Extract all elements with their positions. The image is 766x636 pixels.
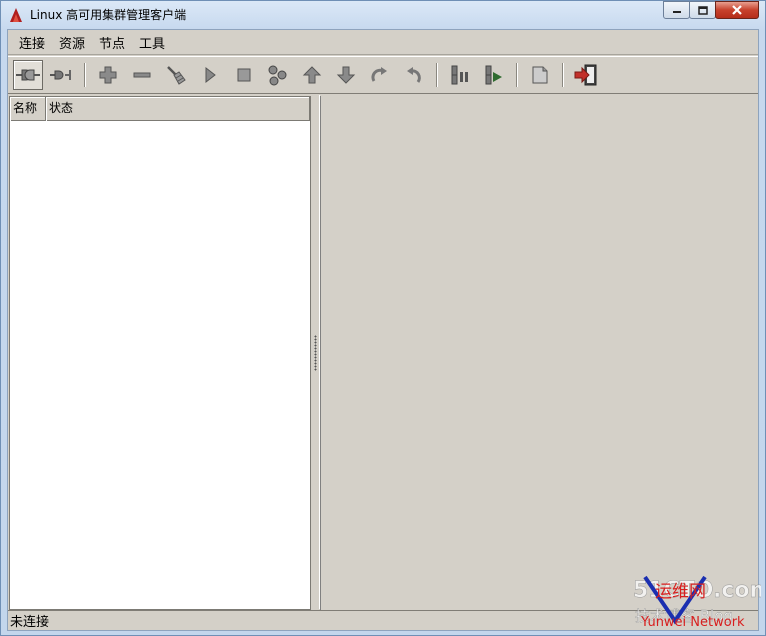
toolbar-separator — [516, 63, 518, 87]
status-text: 未连接 — [10, 615, 50, 630]
document-button[interactable] — [525, 60, 555, 90]
move-up-button[interactable] — [297, 60, 327, 90]
minimize-button[interactable] — [663, 1, 690, 19]
exit-icon — [574, 64, 597, 86]
maximize-button[interactable] — [689, 1, 716, 19]
migrate-button[interactable] — [263, 60, 293, 90]
title-bar[interactable]: Linux 高可用集群管理客户端 — [1, 1, 765, 28]
move-down-button[interactable] — [331, 60, 361, 90]
toolbar-separator — [562, 63, 564, 87]
start-button[interactable] — [195, 60, 225, 90]
migrate-icon — [268, 65, 287, 86]
close-icon — [732, 5, 742, 15]
status-bar: 未连接 — [8, 610, 758, 630]
cleanup-icon — [167, 66, 186, 85]
toolbar — [8, 56, 758, 94]
add-icon — [99, 66, 117, 84]
app-window: Linux 高可用集群管理客户端 连接 资源 节点 工具 名称 状态 未连接 5… — [0, 0, 766, 636]
menu-resources[interactable]: 资源 — [52, 31, 92, 54]
connect-button[interactable] — [13, 60, 43, 90]
stop-icon — [237, 68, 251, 82]
connect-icon — [16, 69, 40, 81]
stop-button[interactable] — [229, 60, 259, 90]
document-icon — [532, 66, 548, 84]
resource-tree[interactable]: 名称 状态 — [9, 96, 311, 610]
column-name[interactable]: 名称 — [10, 97, 46, 121]
splitter-grip-icon[interactable] — [314, 335, 317, 371]
toolbar-separator — [436, 63, 438, 87]
menu-tools[interactable]: 工具 — [132, 31, 172, 54]
minimize-icon — [672, 11, 681, 13]
maximize-icon — [697, 5, 708, 15]
client-area: 连接 资源 节点 工具 名称 状态 未连接 — [7, 29, 759, 631]
tree-header: 名称 状态 — [10, 97, 310, 121]
cleanup-button[interactable] — [161, 60, 191, 90]
toolbar-separator — [84, 63, 86, 87]
close-button[interactable] — [715, 1, 759, 19]
window-title: Linux 高可用集群管理客户端 — [30, 8, 187, 22]
active-icon — [485, 65, 502, 85]
menu-bar: 连接 资源 节点 工具 — [8, 30, 758, 55]
redo-button[interactable] — [365, 60, 395, 90]
remove-button[interactable] — [127, 60, 157, 90]
detail-pane — [320, 96, 757, 610]
standby-icon — [451, 65, 468, 85]
active-button[interactable] — [479, 60, 509, 90]
menu-nodes[interactable]: 节点 — [92, 31, 132, 54]
disconnect-icon — [50, 70, 71, 80]
standby-button[interactable] — [445, 60, 475, 90]
pane-splitter[interactable] — [312, 95, 320, 609]
app-icon — [10, 7, 22, 22]
move-up-icon — [302, 66, 322, 84]
remove-icon — [133, 72, 151, 78]
redo-icon — [371, 67, 387, 82]
add-button[interactable] — [93, 60, 123, 90]
undo-button[interactable] — [399, 60, 429, 90]
menu-connect[interactable]: 连接 — [12, 31, 52, 54]
start-icon — [205, 66, 216, 84]
move-down-icon — [336, 66, 356, 84]
main-area: 名称 状态 — [8, 95, 758, 610]
disconnect-button[interactable] — [47, 60, 77, 90]
undo-icon — [407, 67, 421, 83]
exit-button[interactable] — [571, 60, 601, 90]
column-status[interactable]: 状态 — [46, 97, 310, 121]
